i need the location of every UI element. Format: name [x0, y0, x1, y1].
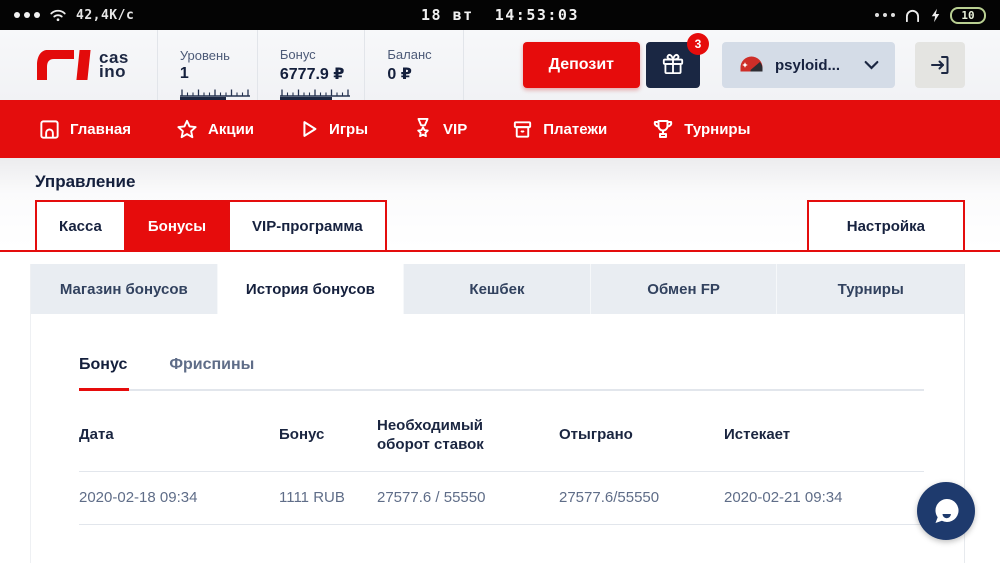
- col-header-required-turnover: Необходимый оборот ставок: [377, 417, 484, 453]
- status-bar: 42,4K/c 18 вт 14:53:03 10: [0, 0, 1000, 30]
- tab-vip-program[interactable]: VIP-программа: [228, 200, 387, 252]
- cell-wagered: 27577.6/55550: [559, 488, 660, 506]
- stat-balance-label: Баланс: [387, 46, 432, 62]
- stat-level-value: 1: [179, 64, 189, 82]
- status-datetime: 18 вт 14:53:03: [421, 6, 579, 24]
- sub-tab-bar: Магазин бонусов История бонусов Кешбек О…: [31, 264, 964, 314]
- stat-bonus: Бонус 6777.9 ₽: [256, 30, 365, 100]
- nav-item-vip[interactable]: VIP: [412, 117, 467, 141]
- nav-label: Платежи: [543, 120, 608, 138]
- stat-bonus-label: Бонус: [279, 46, 316, 62]
- active-tab-underline: [79, 388, 129, 391]
- stat-balance: Баланс 0 ₽: [364, 30, 465, 100]
- main-navigation: Главная Акции Игры VIP Платежи Турниры: [0, 100, 1000, 158]
- stat-level: Уровень 1: [156, 30, 257, 100]
- col-header-wagered: Отыграно: [559, 426, 633, 444]
- subtab-tournaments[interactable]: Турниры: [777, 264, 964, 314]
- site-header: cas ino Уровень 1 Бонус 6777.9 ₽ Баланс …: [0, 30, 1000, 100]
- logout-icon: [928, 53, 952, 77]
- cell-expires: 2020-02-21 09:34: [724, 488, 843, 506]
- logo-wordmark: cas ino: [99, 48, 129, 81]
- nav-label: Акции: [208, 120, 255, 138]
- innertab-freespins[interactable]: Фриспины: [169, 356, 254, 374]
- chevron-down-icon: [864, 60, 879, 70]
- bonus-progress-ruler: [279, 88, 350, 100]
- nav-item-games[interactable]: Игры: [298, 118, 368, 140]
- nav-label: VIP: [443, 120, 468, 138]
- stat-balance-value: 0 ₽: [387, 65, 412, 83]
- nav-label: Турниры: [684, 120, 751, 138]
- gift-button[interactable]: 3: [645, 33, 709, 88]
- medal-icon: [412, 117, 434, 141]
- subtab-bonus-shop[interactable]: Магазин бонусов: [31, 264, 218, 314]
- bonus-history-panel: Бонус Фриспины Дата Бонус Необходимый об…: [31, 314, 964, 525]
- nav-item-home[interactable]: Главная: [38, 118, 131, 141]
- subtab-bonus-history[interactable]: История бонусов: [217, 264, 405, 314]
- nav-label: Игры: [329, 120, 369, 138]
- tab-settings[interactable]: Настройка: [806, 200, 965, 252]
- cell-date: 2020-02-18 09:34: [79, 488, 198, 506]
- header-actions: Депозит 3 psyloid...: [522, 30, 1000, 100]
- f1-logo-icon: [35, 45, 93, 85]
- star-icon: [175, 118, 199, 141]
- trophy-icon: [651, 117, 675, 141]
- col-header-expires: Истекает: [724, 426, 791, 444]
- deposit-button[interactable]: Депозит: [522, 42, 640, 88]
- bonuses-card: Магазин бонусов История бонусов Кешбек О…: [30, 264, 965, 563]
- table-row: 2020-02-18 09:34 1111 RUB 27577.6 / 5555…: [79, 472, 924, 525]
- subtab-cashback[interactable]: Кешбек: [404, 264, 591, 314]
- casino-logo[interactable]: cas ino: [0, 30, 157, 100]
- avatar-helmet-icon: [738, 52, 765, 78]
- chat-widget-button[interactable]: [917, 482, 975, 540]
- play-icon: [298, 118, 320, 140]
- username: psyloid...: [774, 56, 840, 74]
- logout-button[interactable]: [915, 42, 965, 88]
- tab-cashier[interactable]: Касса: [35, 200, 126, 252]
- subtab-fp-exchange[interactable]: Обмен FP: [590, 264, 778, 314]
- table-header-row: Дата Бонус Необходимый оборот ставок Оты…: [79, 391, 924, 472]
- nav-item-payments[interactable]: Платежи: [511, 118, 607, 141]
- innertab-bonus[interactable]: Бонус: [79, 356, 127, 374]
- nav-item-tournaments[interactable]: Турниры: [651, 117, 750, 141]
- cell-bonus: 1111 RUB: [279, 488, 345, 506]
- level-progress-ruler: [179, 88, 250, 100]
- inner-tab-bar: Бонус Фриспины: [79, 356, 924, 391]
- page-content: Управление Касса Бонусы VIP-программа На…: [0, 158, 1000, 563]
- nav-label: Главная: [70, 120, 132, 138]
- stat-bonus-value: 6777.9 ₽: [279, 65, 345, 83]
- col-header-date: Дата: [79, 426, 114, 444]
- payments-icon: [511, 118, 534, 141]
- home-icon: [38, 118, 61, 141]
- col-header-bonus: Бонус: [279, 426, 325, 444]
- tab-bonuses[interactable]: Бонусы: [123, 200, 231, 252]
- user-menu[interactable]: psyloid...: [721, 42, 895, 88]
- stat-level-label: Уровень: [179, 47, 230, 63]
- nav-item-promotions[interactable]: Акции: [175, 118, 254, 141]
- cell-required-turnover: 27577.6 / 55550: [377, 488, 486, 506]
- chat-bubble-icon: [930, 495, 962, 527]
- main-tab-bar: Касса Бонусы VIP-программа Настройка: [0, 200, 1000, 252]
- gift-icon: [660, 52, 686, 78]
- gift-badge: 3: [686, 33, 709, 55]
- page-title: Управление: [35, 172, 136, 191]
